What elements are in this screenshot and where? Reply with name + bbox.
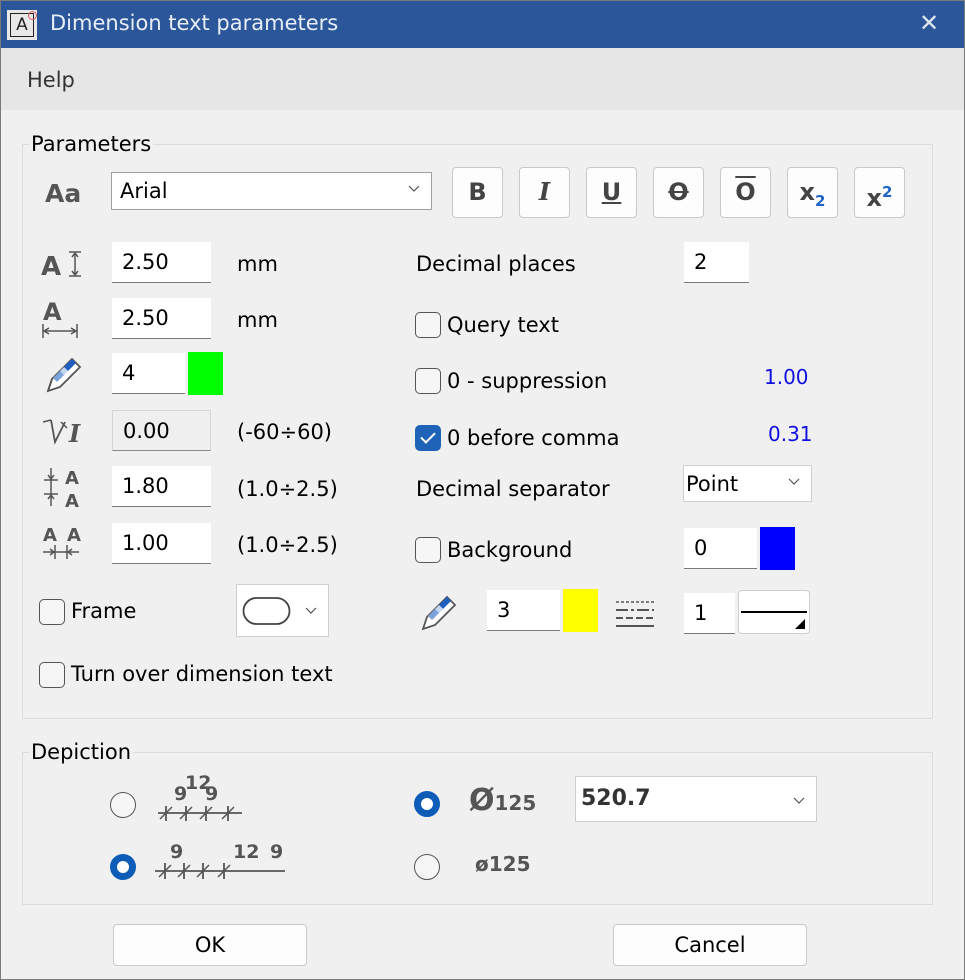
slant-input: 0.00 xyxy=(112,410,211,451)
cancel-button[interactable]: Cancel xyxy=(613,924,807,966)
dimension-line-icon xyxy=(158,806,242,821)
line-type-combo[interactable] xyxy=(738,590,810,634)
query-text-checkbox[interactable] xyxy=(415,312,441,338)
dimension-line-icon xyxy=(155,863,285,879)
chevron-down-icon xyxy=(788,478,800,485)
subscript-button[interactable]: x2 xyxy=(787,167,838,218)
diameter-large-radio[interactable] xyxy=(414,791,440,817)
diameter-small-label: ø125 xyxy=(475,852,531,876)
text-width-icon: A xyxy=(42,298,78,338)
close-button[interactable]: ✕ xyxy=(894,1,964,48)
background-input[interactable]: 0 xyxy=(684,528,757,569)
decimal-separator-combo[interactable]: Point xyxy=(683,465,812,502)
char-spacing-input[interactable]: 1.00 xyxy=(112,523,211,564)
decimal-separator-label: Decimal separator xyxy=(416,477,610,501)
zero-suppression-checkbox[interactable] xyxy=(415,368,441,394)
depiction-inline-radio[interactable] xyxy=(110,854,136,880)
frame-pen-color-swatch[interactable] xyxy=(563,589,598,632)
svg-text:A: A xyxy=(65,491,79,510)
zero-suppression-label: 0 - suppression xyxy=(447,369,608,393)
chevron-down-icon xyxy=(793,797,805,804)
text-width-input[interactable]: 2.50 xyxy=(112,298,211,339)
decimal-separator-value: Point xyxy=(686,472,739,496)
font-combo[interactable]: Arial xyxy=(111,172,432,210)
dropdown-corner-icon xyxy=(795,619,805,629)
dialog-window: A Dimension text parameters ✕ Help Param… xyxy=(0,0,965,980)
turn-over-checkbox[interactable] xyxy=(39,662,65,688)
chevron-down-icon xyxy=(305,607,317,614)
menu-bar: Help xyxy=(1,48,964,110)
slant-range: (-60÷60) xyxy=(237,420,333,444)
line-type-input[interactable]: 1 xyxy=(684,593,735,634)
menu-help[interactable]: Help xyxy=(27,68,75,92)
background-checkbox[interactable] xyxy=(415,537,441,563)
line-spacing-range: (1.0÷2.5) xyxy=(237,477,338,501)
line-spacing-icon: A A xyxy=(44,468,79,510)
chevron-down-icon xyxy=(408,185,420,192)
diameter-combo[interactable]: 520.7 xyxy=(575,776,817,822)
frame-pen-icon xyxy=(421,595,457,631)
zero-before-comma-label: 0 before comma xyxy=(447,426,620,450)
frame-label: Frame xyxy=(71,599,137,623)
diameter-small-symbol: ø xyxy=(475,852,489,876)
query-text-label: Query text xyxy=(447,313,559,337)
zero-before-comma-preview: 0.31 xyxy=(768,422,813,446)
text-width-unit: mm xyxy=(237,308,278,332)
italic-button[interactable]: I xyxy=(519,167,570,218)
diameter-large-value: 125 xyxy=(494,791,537,815)
bold-button[interactable]: B xyxy=(452,167,503,218)
decimal-places-label: Decimal places xyxy=(416,252,576,276)
pen-icon xyxy=(46,357,82,393)
background-color-swatch[interactable] xyxy=(760,527,795,570)
window-title: Dimension text parameters xyxy=(50,11,339,35)
zero-before-comma-checkbox[interactable] xyxy=(415,425,441,451)
zero-suppression-preview: 1.00 xyxy=(764,365,809,389)
depiction-inline-preview: 9 12 9 xyxy=(153,841,289,891)
svg-text:A: A xyxy=(41,252,61,279)
superscript-button[interactable]: x2 xyxy=(854,167,905,218)
svg-text:A: A xyxy=(43,525,57,546)
line-type-icon xyxy=(616,601,654,627)
depiction-stacked-radio[interactable] xyxy=(110,792,136,818)
text-height-icon: A xyxy=(41,251,81,279)
diameter-small-radio[interactable] xyxy=(414,854,440,880)
slant-icon: I xyxy=(42,419,81,448)
svg-text:I: I xyxy=(68,419,81,448)
text-height-unit: mm xyxy=(237,252,278,276)
font-icon: Aa xyxy=(45,179,82,208)
close-icon: ✕ xyxy=(918,9,940,37)
diameter-small-value: 125 xyxy=(488,852,531,876)
frame-checkbox[interactable] xyxy=(39,599,65,625)
frame-shape-combo[interactable] xyxy=(236,584,329,637)
text-height-input[interactable]: 2.50 xyxy=(112,242,211,283)
overline-button[interactable]: O xyxy=(720,167,771,218)
pen-input[interactable]: 4 xyxy=(112,353,185,394)
strikethrough-button[interactable]: O xyxy=(653,167,704,218)
title-bar: A Dimension text parameters ✕ xyxy=(1,1,964,48)
diameter-large-symbol: Ø xyxy=(469,783,495,818)
svg-text:A: A xyxy=(67,525,81,546)
turn-over-label: Turn over dimension text xyxy=(71,662,333,686)
line-spacing-input[interactable]: 1.80 xyxy=(112,466,211,507)
decimal-places-input[interactable]: 2 xyxy=(684,242,749,283)
diameter-combo-value: 520.7 xyxy=(581,786,651,811)
solid-line-preview xyxy=(741,611,807,613)
parameters-group-label: Parameters xyxy=(29,132,154,156)
diameter-large-label: Ø125 xyxy=(469,783,536,818)
char-spacing-icon: A A xyxy=(43,525,81,559)
depiction-stacked-preview: 9 12 9 xyxy=(156,771,246,826)
ok-button[interactable]: OK xyxy=(113,924,307,966)
badge-icon xyxy=(28,11,37,20)
underline-button[interactable]: U xyxy=(586,167,637,218)
font-combo-value: Arial xyxy=(120,179,168,203)
rounded-rectangle-icon xyxy=(242,597,291,625)
frame-pen-input[interactable]: 3 xyxy=(487,590,560,631)
pen-color-swatch[interactable] xyxy=(188,352,223,395)
svg-text:A: A xyxy=(65,468,79,489)
char-spacing-range: (1.0÷2.5) xyxy=(237,533,338,557)
depiction-group-label: Depiction xyxy=(29,740,134,764)
app-icon: A xyxy=(7,10,37,40)
svg-text:A: A xyxy=(43,298,62,326)
background-label: Background xyxy=(447,538,573,562)
